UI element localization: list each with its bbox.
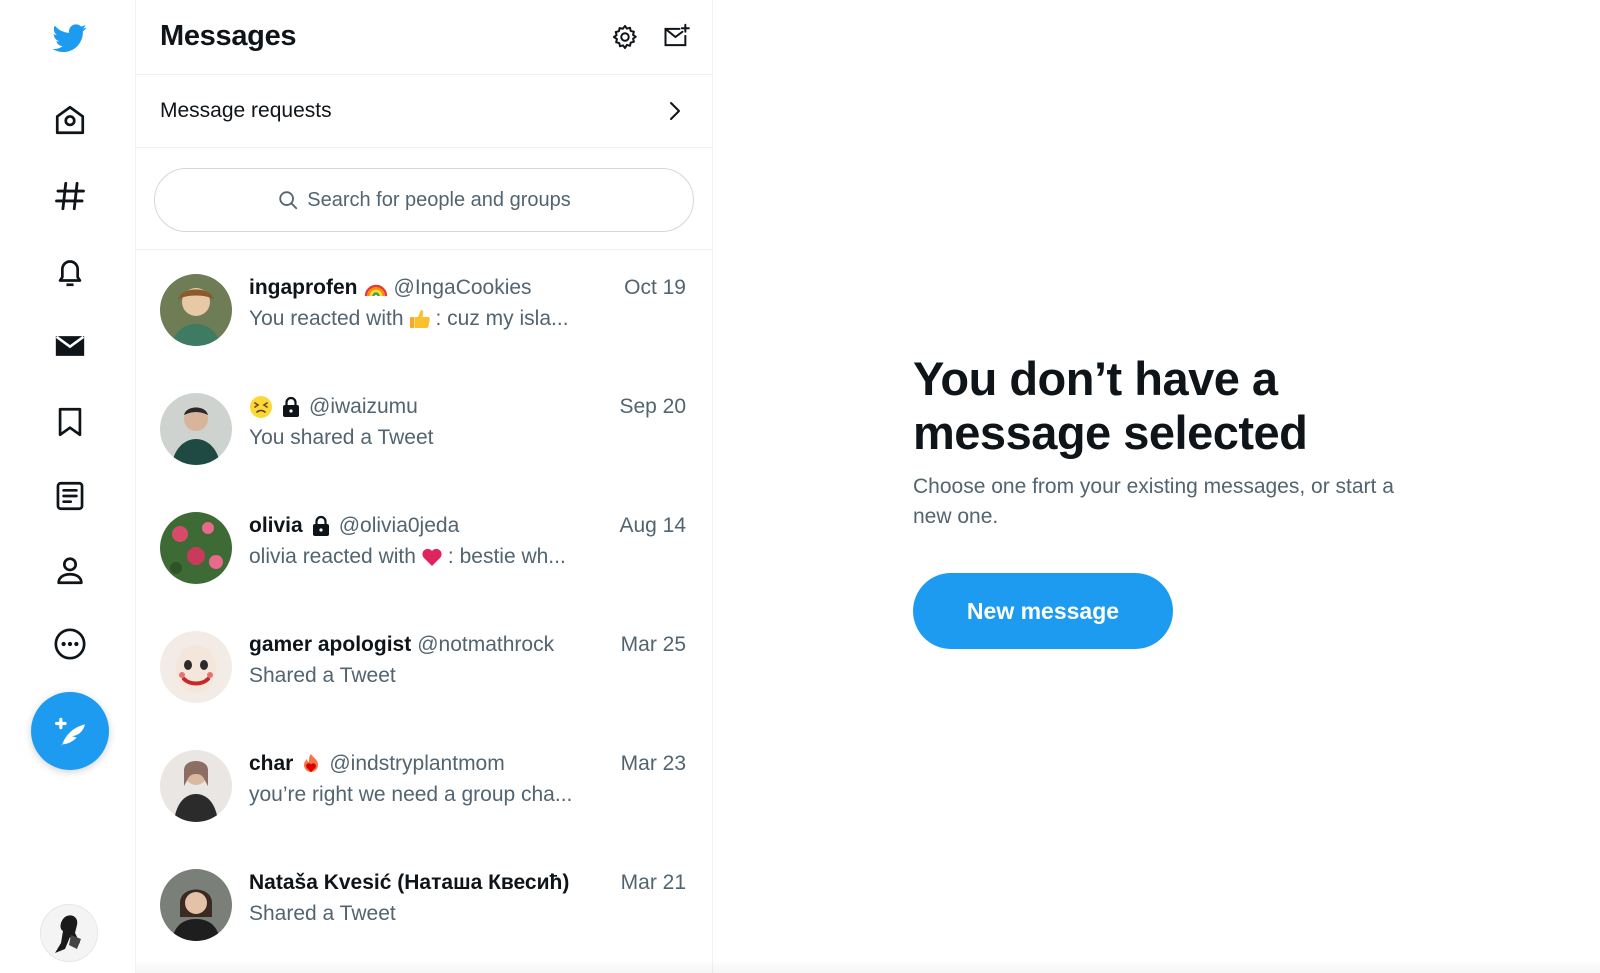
preview-text-end: : bestie wh... xyxy=(447,545,566,568)
avatar xyxy=(160,869,232,941)
bookmark-icon[interactable] xyxy=(44,396,96,448)
conversation-header: ingaprofen @IngaCookies xyxy=(249,276,532,300)
conversation-header: Nataša Kvesić (Наташа Квесић) xyxy=(249,871,569,895)
lists-icon[interactable] xyxy=(44,470,96,522)
conversation-item[interactable]: @iwaizumu Sep 20 You shared a Tweet xyxy=(136,369,712,488)
conversation-preview: olivia reacted with : bestie wh... xyxy=(249,545,566,569)
gear-icon[interactable] xyxy=(608,20,642,54)
messages-column: Messages Message requests Search for peo… xyxy=(136,0,713,973)
conversation-preview: You shared a Tweet xyxy=(249,426,433,450)
lock-icon xyxy=(309,514,333,538)
conversation-date: Mar 23 xyxy=(620,752,686,775)
conversation-handle: @notmathrock xyxy=(417,633,555,656)
compose-feather-icon xyxy=(55,717,85,746)
preview-text: Shared a Tweet xyxy=(249,664,396,687)
chevron-right-icon xyxy=(670,102,680,120)
red-heart-icon xyxy=(420,545,444,569)
home-icon[interactable] xyxy=(44,94,96,146)
bottom-divider xyxy=(136,959,1600,973)
empty-state-subtitle: Choose one from your existing messages, … xyxy=(913,475,1394,528)
conversation-header: gamer apologist @notmathrock xyxy=(249,633,554,657)
profile-icon[interactable] xyxy=(44,544,96,596)
conversation-date: Aug 14 xyxy=(619,514,686,537)
preview-text-end: : cuz my isla... xyxy=(435,307,569,330)
empty-state: You don’t have a message selected Choose… xyxy=(913,352,1433,532)
conversation-name: olivia xyxy=(249,514,303,537)
compose-tweet-button[interactable] xyxy=(31,692,109,770)
twitter-bird-icon[interactable] xyxy=(44,12,96,64)
conversation-handle: @iwaizumu xyxy=(309,395,418,418)
preview-text: Shared a Tweet xyxy=(249,902,396,925)
avatar xyxy=(160,393,232,465)
rainbow-icon xyxy=(364,276,388,300)
explore-hashtag-icon[interactable] xyxy=(44,170,96,222)
new-message-envelope-icon[interactable] xyxy=(659,20,693,54)
thumbs-up-icon xyxy=(408,307,432,331)
preview-text: You reacted with xyxy=(249,307,404,330)
conversation-preview: You reacted with : cuz my isla... xyxy=(249,307,569,331)
notifications-bell-icon[interactable] xyxy=(44,246,96,298)
conversation-preview: Shared a Tweet xyxy=(249,902,396,926)
search-icon xyxy=(279,191,298,210)
avatar xyxy=(160,631,232,703)
preview-text: You shared a Tweet xyxy=(249,426,434,449)
conversation-item[interactable]: olivia @olivia0jeda Aug 14 olivia reacte… xyxy=(136,488,712,607)
page-title: Messages xyxy=(160,20,297,52)
conversation-name: char xyxy=(249,752,294,775)
conversation-preview: Shared a Tweet xyxy=(249,664,396,688)
more-icon[interactable] xyxy=(44,618,96,670)
new-message-button[interactable]: New message xyxy=(913,573,1173,649)
conversation-header: @iwaizumu xyxy=(249,395,418,419)
search-input[interactable]: Search for people and groups xyxy=(154,168,694,232)
conversation-preview: you’re right we need a group cha... xyxy=(249,783,572,807)
left-nav xyxy=(0,0,136,973)
conversation-name: ingaprofen xyxy=(249,276,358,299)
heart-on-fire-icon xyxy=(299,752,323,776)
conversation-date: Oct 19 xyxy=(624,276,686,299)
message-requests-row[interactable]: Message requests xyxy=(136,75,712,148)
message-requests-label: Message requests xyxy=(160,99,332,122)
conversation-item[interactable]: Nataša Kvesić (Наташа Квесић) Mar 21 Sha… xyxy=(136,845,712,964)
preview-text: olivia reacted with xyxy=(249,545,416,568)
conversation-date: Sep 20 xyxy=(619,395,686,418)
persevering-face-icon xyxy=(249,395,273,419)
conversation-item[interactable]: char @indstryplantmom Mar 23 you’re righ… xyxy=(136,726,712,845)
conversation-name: gamer apologist xyxy=(249,633,412,656)
account-avatar[interactable] xyxy=(40,904,98,962)
messages-envelope-icon[interactable] xyxy=(44,320,96,372)
conversation-handle: @IngaCookies xyxy=(393,276,532,299)
preview-text: you’re right we need a group cha... xyxy=(249,783,573,806)
search-placeholder: Search for people and groups xyxy=(307,188,571,211)
avatar xyxy=(160,274,232,346)
avatar xyxy=(160,750,232,822)
conversation-handle: @olivia0jeda xyxy=(338,514,460,537)
empty-state-title: You don’t have a message selected xyxy=(913,352,1308,459)
conversation-item[interactable]: gamer apologist @notmathrock Mar 25 Shar… xyxy=(136,607,712,726)
conversation-item[interactable]: ingaprofen @IngaCookies Oct 19 You react… xyxy=(136,250,712,369)
search-area: Search for people and groups xyxy=(136,148,712,250)
conversation-header: olivia @olivia0jeda xyxy=(249,514,459,538)
messages-header: Messages xyxy=(136,0,712,75)
lock-icon xyxy=(279,395,303,419)
conversation-date: Mar 21 xyxy=(620,871,686,894)
conversation-name: Nataša Kvesić (Наташа Квесић) xyxy=(249,871,570,894)
conversation-header: char @indstryplantmom xyxy=(249,752,505,776)
conversation-date: Mar 25 xyxy=(620,633,686,656)
avatar xyxy=(160,512,232,584)
conversation-handle: @indstryplantmom xyxy=(329,752,505,775)
